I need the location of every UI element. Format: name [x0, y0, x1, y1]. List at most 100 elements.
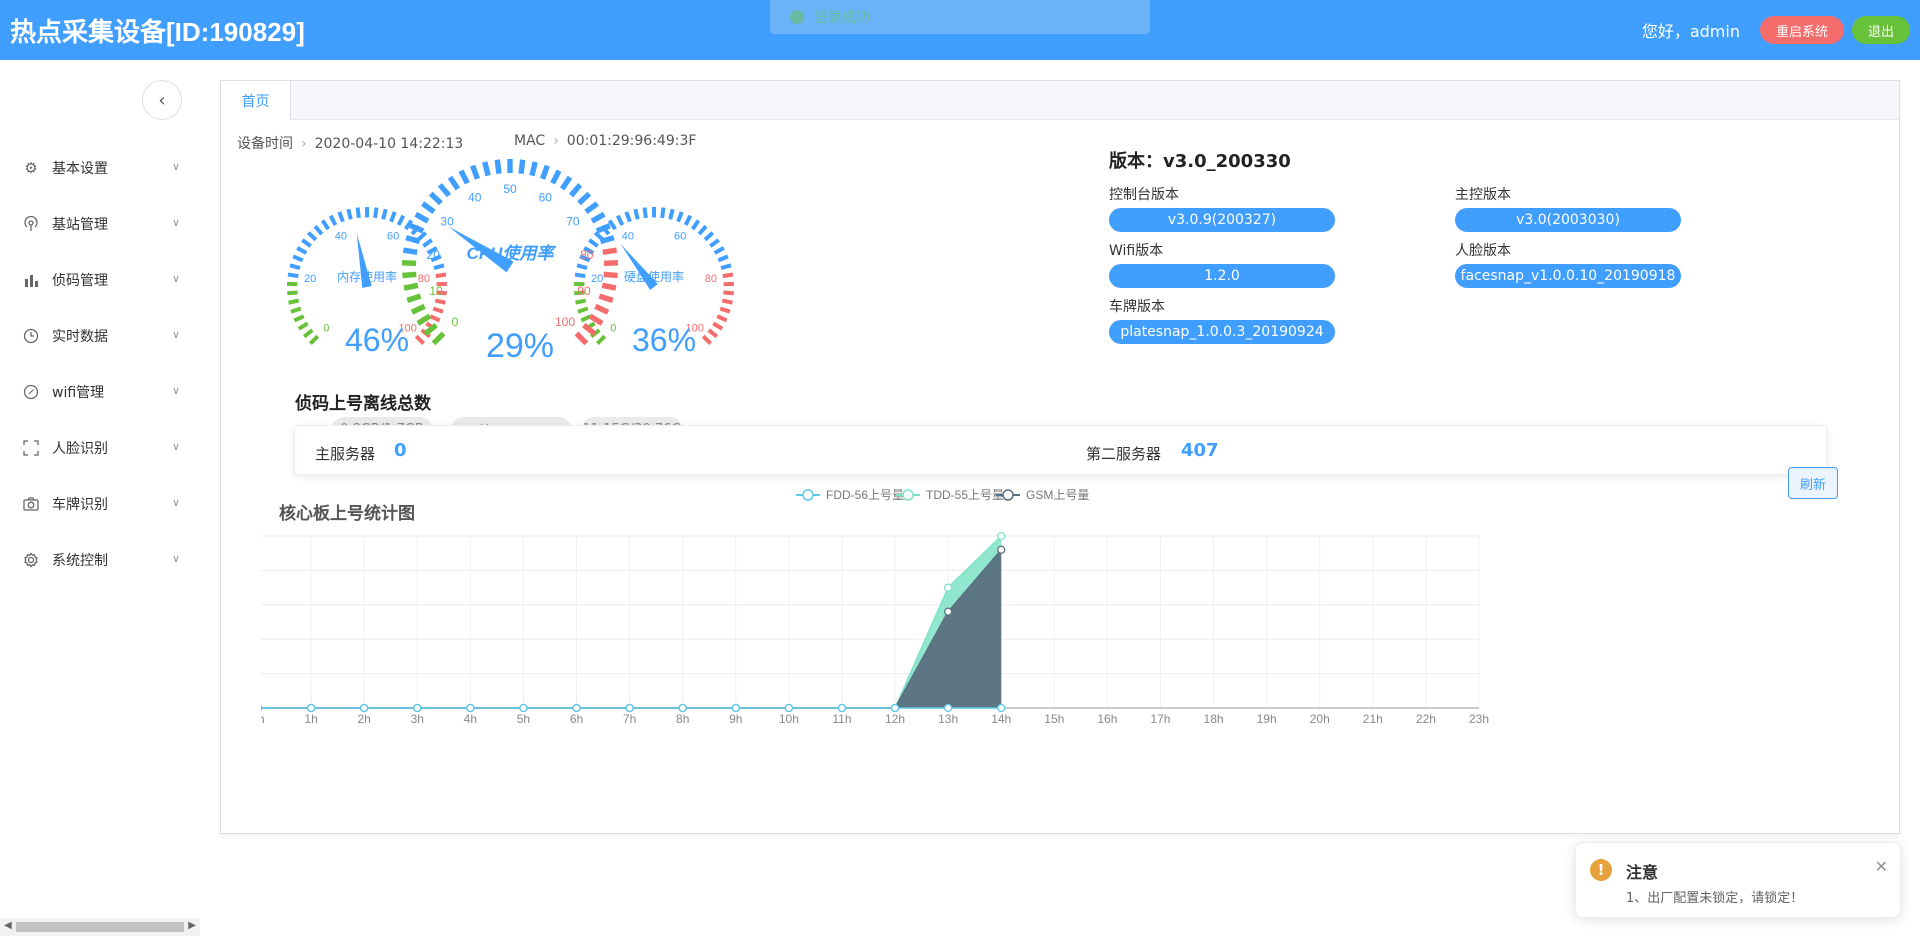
disk-gauge-tick [576, 263, 588, 271]
memory-gauge-tick [337, 211, 345, 223]
cpu-gauge-tick [602, 247, 618, 255]
check-circle-icon [790, 10, 804, 24]
memory-gauge-tick [422, 238, 433, 248]
scrollbar-thumb[interactable] [16, 922, 184, 932]
disk-gauge-tick [721, 298, 733, 305]
sidebar-item-wifi[interactable]: wifi管理 ∨ [0, 372, 200, 412]
chart-point [253, 703, 263, 713]
device-mac: MAC › 00:01:29:96:49:3F [514, 133, 696, 149]
memory-gauge-tick [292, 254, 304, 263]
memory-gauge-tick [320, 219, 330, 231]
cpu-gauge-tick [603, 260, 619, 267]
sidebar-item-face[interactable]: 人脸识别 ∨ [0, 428, 200, 468]
chevron-down-icon: ∨ [171, 328, 180, 341]
cpu-gauge-tick [409, 223, 425, 234]
memory-gauge-tick [429, 314, 441, 323]
memory-gauge-tick [287, 290, 298, 296]
cpu-gauge-tick-label: 70 [566, 214, 580, 228]
face-version-value: facesnap_v1.0.0.10_20190918 [1455, 264, 1681, 288]
chart-point [519, 703, 528, 713]
version-title: 版本：v3.0_200330 [1109, 151, 1291, 172]
cpu-gauge-tick [447, 175, 461, 191]
sidebar-item-label: 实时数据 [52, 329, 108, 345]
device-time: 设备时间 › 2020-04-10 14:22:13 [237, 133, 463, 153]
cpu-gauge-tick [431, 331, 446, 346]
memory-gauge-tick [290, 306, 302, 314]
main-version-value: v3.0(2003030) [1455, 208, 1681, 232]
sidebar-item-label: 车牌识别 [52, 497, 108, 513]
sidebar-item-label: wifi管理 [52, 385, 105, 401]
cpu-gauge-tick [410, 303, 426, 315]
chart-x-tick-label: 19h [1257, 712, 1277, 726]
disk-gauge-tick [709, 238, 720, 248]
chart-x-tick-label: 23h [1469, 712, 1489, 726]
chart-point [466, 703, 475, 713]
scroll-right-icon[interactable]: ▶ [188, 920, 196, 931]
secondary-server-label: 第二服务器 [1086, 445, 1162, 463]
disk-gauge-value: 36% [632, 322, 696, 358]
sidebar-item-label: 系统控制 [52, 553, 108, 569]
sidebar-item-detection[interactable]: 侦码管理 ∨ [0, 260, 200, 300]
sidebar-item-realtime[interactable]: 实时数据 ∨ [0, 316, 200, 356]
memory-gauge-tick [288, 298, 300, 305]
disk-gauge-tick-label: 40 [622, 231, 634, 243]
close-icon[interactable]: ✕ [1875, 857, 1888, 876]
clock-icon [22, 327, 40, 345]
logout-button[interactable]: 退出 [1851, 16, 1910, 44]
console-version-value: v3.0.9(200327) [1109, 208, 1335, 232]
cpu-gauge-tick [601, 282, 617, 291]
main-version-label: 主控版本 [1455, 187, 1511, 203]
chart-x-tick-label: 1h [304, 712, 317, 726]
memory-gauge-tick [287, 272, 299, 279]
tab-home[interactable]: 首页 [221, 81, 291, 120]
chart-point [306, 703, 316, 713]
cpu-gauge-tick-label: 90 [577, 284, 591, 298]
chart-point [625, 703, 634, 713]
chart-x-tick-label: 8h [676, 712, 689, 726]
sidebar-item-basic-settings[interactable]: ⚙ 基本设置 ∨ [0, 148, 200, 188]
scan-frame-icon [22, 439, 40, 457]
cpu-gauge-tick [401, 260, 417, 267]
disk-gauge-tick [676, 211, 684, 223]
cpu-gauge-tick [405, 235, 421, 245]
memory-gauge-tick [328, 214, 338, 226]
disk-gauge-tick-label: 80 [705, 273, 717, 285]
disk-gauge-tick [716, 314, 728, 323]
memory-gauge-tick [313, 224, 324, 236]
cpu-gauge-tick [482, 161, 491, 177]
reboot-button[interactable]: 重启系统 [1759, 16, 1844, 44]
sidebar-item-system[interactable]: 系统控制 ∨ [0, 540, 200, 580]
chevron-right-icon: › [553, 133, 559, 149]
cpu-gauge-tick [550, 169, 562, 185]
disk-gauge-tick [707, 328, 719, 339]
disk-gauge-tick-label: 60 [674, 231, 686, 243]
memory-gauge-tick [302, 328, 314, 339]
horizontal-scrollbar[interactable]: ◀ ▶ [0, 918, 200, 936]
cpu-gauge-tick [584, 201, 599, 214]
cpu-gauge-tick [594, 303, 610, 315]
cpu-gauge-tick [588, 313, 604, 326]
camera-icon [22, 495, 40, 513]
chart-point [997, 545, 1006, 554]
chart-x-tick-label: 3h [411, 712, 424, 726]
sidebar-item-plate[interactable]: 车牌识别 ∨ [0, 484, 200, 524]
cpu-gauge-value: 29% [486, 327, 554, 365]
chart-x-tick-label: 4h [464, 712, 477, 726]
memory-gauge-tick [346, 208, 353, 220]
chevron-right-icon: › [301, 136, 307, 152]
collapse-sidebar-button[interactable]: ‹ [142, 80, 182, 120]
cpu-gauge-tick [402, 247, 418, 255]
scroll-left-icon[interactable]: ◀ [4, 920, 12, 931]
chart-legend-marker [1002, 489, 1014, 501]
main-panel: 首页 设备时间 › 2020-04-10 14:22:13 MAC › 00:01:29… [220, 80, 1900, 834]
chart-area-1 [258, 536, 1002, 708]
memory-gauge-tick [297, 321, 309, 331]
chart-x-tick-label: 14h [991, 712, 1011, 726]
cpu-gauge-tick [559, 175, 573, 191]
chevron-down-icon: ∨ [171, 552, 180, 565]
cpu-gauge-tick [518, 159, 526, 175]
settings-cog-icon [22, 551, 40, 569]
memory-gauge-tick-label: 40 [335, 231, 347, 243]
chart-point [943, 607, 953, 616]
sidebar-item-base-station[interactable]: 基站管理 ∨ [0, 204, 200, 244]
